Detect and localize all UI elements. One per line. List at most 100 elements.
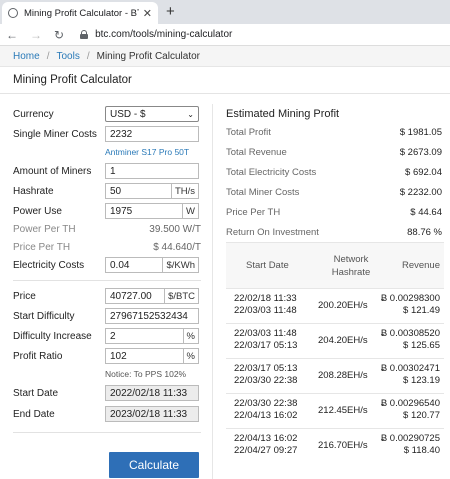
back-arrow-icon[interactable]: ← [6,28,18,42]
table-row: 22/03/03 11:48 22/03/17 05:13 204.20EH/s … [226,324,444,359]
summary-value: 88.76 % [407,227,442,238]
miner-model-link[interactable]: Antminer S17 Pro 50T [105,147,189,157]
hashrate-value: 50 [110,185,122,197]
summary-row: Total Revenue $ 2673.09 [226,147,442,158]
breadcrumb-home[interactable]: Home [13,51,40,62]
breadcrumb-current: Mining Profit Calculator [96,50,200,62]
profit-ratio-unit: % [182,349,198,363]
summary-row: Price Per TH $ 44.64 [226,207,442,218]
row-dates: 22/03/03 11:48 22/03/17 05:13 [234,328,297,352]
amount-value: 1 [110,165,116,177]
electricity-value: 0.04 [110,259,130,271]
hashrate-input[interactable]: 50 TH/s [105,183,199,199]
url-field[interactable]: btc.com/tools/mining-calculator [95,29,232,40]
forward-arrow-icon[interactable]: → [30,28,42,42]
table-row: 22/03/30 22:38 22/04/13 16:02 212.45EH/s … [226,394,444,429]
start-date-label: Start Date [13,387,59,399]
row-dates: 22/04/13 16:02 22/04/27 09:27 [234,433,297,457]
chevron-down-icon: ⌄ [187,109,194,119]
row-end: 22/03/03 11:48 [234,305,297,316]
profit-ratio-row: Profit Ratio 102 % [13,348,201,364]
start-date-input[interactable]: 2022/02/18 11:33 [105,385,199,401]
price-label: Price [13,290,36,302]
end-date-label: End Date [13,408,55,420]
miner-cost-row: Single Miner Costs 2232 [13,126,201,142]
summary-value: $ 1981.05 [399,127,442,138]
column-start-date: Start Date [246,260,289,271]
price-unit: $/BTC [164,289,198,303]
difficulty-value: 27967152532434 [110,310,188,322]
summary-value: $ 2232.00 [399,187,442,198]
revenue-table: Start Date Network Hashrate Revenue 22/0… [226,242,444,464]
summary-row: Return On Investment 88.76 % [226,227,442,238]
globe-icon [8,8,18,18]
row-revenue: Ƀ 0.00302471 $ 123.19 [381,363,440,387]
difficulty-input[interactable]: 27967152532434 [105,308,199,324]
currency-select[interactable]: USD - $ ⌄ [105,106,199,122]
row-revenue: Ƀ 0.00298300 $ 121.49 [381,293,440,317]
row-revenue-usd: $ 123.19 [403,375,440,386]
table-row: 22/02/18 11:33 22/03/03 11:48 200.20EH/s … [226,289,444,324]
end-date-input[interactable]: 2023/02/18 11:33 [105,406,199,422]
summary-label: Price Per TH [226,207,281,218]
column-revenue: Revenue [401,260,440,271]
power-label: Power Use [13,205,62,217]
lock-icon[interactable] [80,30,89,39]
difficulty-increase-value: 2 [110,330,116,342]
difficulty-increase-unit: % [182,329,198,343]
row-dates: 22/03/30 22:38 22/04/13 16:02 [234,398,297,422]
row-dates: 22/02/18 11:33 22/03/03 11:48 [234,293,297,317]
difficulty-row: Start Difficulty 27967152532434 [13,308,201,324]
tab-title: Mining Profit Calculator - BTC.com [24,7,139,19]
row-end: 22/04/13 16:02 [234,410,298,421]
calculator-body: Currency USD - $ ⌄ Single Miner Costs 22… [0,94,450,479]
results-panel: Estimated Mining Profit Total Profit $ 1… [226,94,444,479]
miner-cost-value: 2232 [110,128,133,140]
miner-cost-input[interactable]: 2232 [105,126,199,142]
row-end: 22/03/17 05:13 [234,340,298,351]
row-start: 22/03/17 05:13 [234,363,298,374]
price-row: Price 40727.00 $/BTC [13,288,201,304]
row-revenue: Ƀ 0.00296540 $ 120.77 [381,398,440,422]
difficulty-increase-input[interactable]: 2 % [105,328,199,344]
row-revenue-usd: $ 120.77 [403,410,440,421]
price-input[interactable]: 40727.00 $/BTC [105,288,199,304]
calculator-form: Currency USD - $ ⌄ Single Miner Costs 22… [0,94,212,479]
row-start: 22/03/03 11:48 [234,328,297,339]
new-tab-icon[interactable]: + [166,3,175,20]
column-network-hashrate-line1: Network [333,254,369,265]
amount-label: Amount of Miners [13,165,92,177]
summary-label: Total Electricity Costs [226,167,317,178]
price-per-th-value: $ 44.640/T [153,241,201,253]
address-bar: ← → ↻ btc.com/tools/mining-calculator [0,24,450,46]
price-per-th-label: Price Per TH [13,241,71,253]
hashrate-label: Hashrate [13,185,54,197]
miner-cost-label: Single Miner Costs [13,128,97,140]
summary-row: Total Miner Costs $ 2232.00 [226,187,442,198]
row-revenue: Ƀ 0.00308520 $ 125.65 [381,328,440,352]
difficulty-increase-label: Difficulty Increase [13,330,92,342]
breadcrumb-tools[interactable]: Tools [56,51,79,62]
reload-icon[interactable]: ↻ [54,28,64,42]
power-value: 1975 [110,205,133,217]
end-date-value: 2023/02/18 11:33 [110,408,188,420]
breadcrumb-separator: / [86,50,90,62]
column-divider [212,104,213,479]
summary-value: $ 692.04 [405,167,442,178]
calculate-button[interactable]: Calculate [109,452,199,478]
profit-ratio-value: 102 [110,350,127,362]
summary-label: Total Revenue [226,147,287,158]
row-hashrate: 212.45EH/s [318,405,368,416]
browser-tab[interactable]: Mining Profit Calculator - BTC.com ✕ [2,2,158,24]
power-input[interactable]: 1975 W [105,203,199,219]
hashrate-row: Hashrate 50 TH/s [13,183,201,199]
row-end: 22/03/30 22:38 [234,375,298,386]
price-value: 40727.00 [110,290,152,302]
electricity-input[interactable]: 0.04 $/KWh [105,257,199,273]
close-tab-icon[interactable]: ✕ [143,7,152,20]
amount-input[interactable]: 1 [105,163,199,179]
profit-ratio-input[interactable]: 102 % [105,348,199,364]
summary-label: Total Profit [226,127,271,138]
table-header: Start Date Network Hashrate Revenue [226,242,444,289]
row-start: 22/04/13 16:02 [234,433,298,444]
